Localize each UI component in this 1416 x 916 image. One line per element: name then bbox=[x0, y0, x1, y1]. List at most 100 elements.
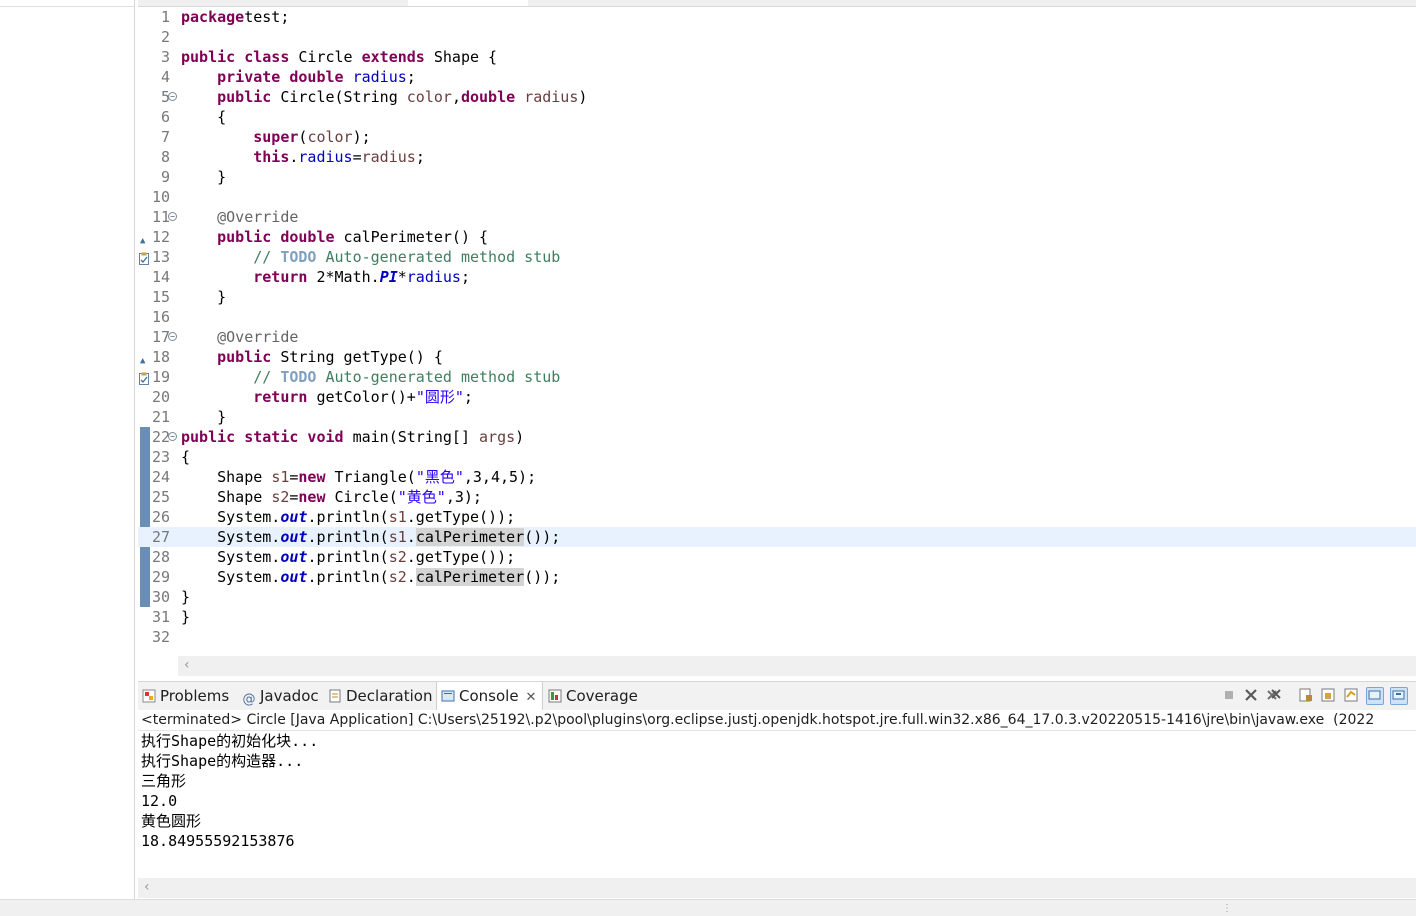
code-token: = bbox=[352, 148, 362, 166]
code-line[interactable]: 15 } bbox=[138, 287, 1416, 307]
line-number: 25 bbox=[151, 488, 170, 506]
code-line[interactable]: 28 System.out.println(s2.getType()); bbox=[138, 547, 1416, 567]
code-line[interactable]: 9 } bbox=[138, 167, 1416, 187]
line-number: 2 bbox=[160, 28, 170, 46]
code-line[interactable]: 22− public static void main(String[] args… bbox=[138, 427, 1416, 447]
tab-declaration[interactable]: Declaration bbox=[328, 682, 432, 710]
code-token: new bbox=[298, 488, 326, 506]
code-line[interactable]: 14 return 2*Math.PI*radius; bbox=[138, 267, 1416, 287]
editor-horizontal-scrollbar[interactable]: ‹ bbox=[178, 656, 1416, 676]
code-line[interactable]: 8 this.radius=radius; bbox=[138, 147, 1416, 167]
scroll-left-icon[interactable]: ‹ bbox=[144, 878, 150, 896]
code-line[interactable]: 13 // TODO Auto-generated method stub bbox=[138, 247, 1416, 267]
code-text: } bbox=[181, 587, 190, 607]
code-token: color bbox=[406, 88, 452, 106]
code-text: } bbox=[181, 287, 226, 307]
console-line: 12.0 bbox=[141, 792, 178, 810]
code-editor[interactable]: 1 packagetest; 2 3 public class Circle exten… bbox=[138, 7, 1416, 655]
fold-toggle-icon[interactable]: − bbox=[168, 332, 177, 341]
code-token: ); bbox=[352, 128, 371, 146]
code-line[interactable]: 4 private double radius; bbox=[138, 67, 1416, 87]
tab-javadoc[interactable]: @ Javadoc bbox=[242, 682, 319, 710]
code-line[interactable]: 26 System.out.println(s1.getType()); bbox=[138, 507, 1416, 527]
code-text: return getColor()+"圆形"; bbox=[181, 387, 473, 407]
code-line[interactable]: 27 System.out.println(s1.calPerimeter())… bbox=[138, 527, 1416, 547]
open-console-icon[interactable] bbox=[1366, 687, 1384, 705]
scroll-lock-icon[interactable] bbox=[1298, 687, 1314, 703]
active-editor-tab[interactable] bbox=[408, 0, 528, 6]
code-token: { bbox=[181, 448, 191, 466]
code-token: args bbox=[479, 428, 516, 446]
code-line[interactable]: 17− @Override bbox=[138, 327, 1416, 347]
code-text: @Override bbox=[181, 327, 298, 347]
console-output[interactable]: 执行Shape的初始化块... 执行Shape的构造器... 三角形 12.0 … bbox=[138, 731, 1416, 877]
terminate-icon[interactable] bbox=[1221, 687, 1237, 703]
code-token: // bbox=[253, 368, 281, 386]
code-line[interactable]: 1 packagetest; bbox=[138, 7, 1416, 27]
tab-coverage[interactable]: Coverage bbox=[548, 682, 638, 710]
console-horizontal-scrollbar[interactable]: ‹ bbox=[138, 878, 1416, 898]
code-line[interactable]: 18 ▲ public String getType() { bbox=[138, 347, 1416, 367]
code-line[interactable]: 31} bbox=[138, 607, 1416, 627]
pin-console-icon[interactable] bbox=[1343, 687, 1359, 703]
display-selected-icon[interactable] bbox=[1390, 687, 1408, 705]
code-line[interactable]: 3 public class Circle extends Shape { bbox=[138, 47, 1416, 67]
tab-console[interactable]: Console ✕ bbox=[436, 682, 544, 710]
code-token: color bbox=[307, 128, 353, 146]
code-line[interactable]: 19 // TODO Auto-generated method stub bbox=[138, 367, 1416, 387]
line-number: 7 bbox=[160, 128, 170, 146]
code-token: TODO bbox=[280, 368, 317, 386]
remove-launch-icon[interactable] bbox=[1243, 687, 1259, 703]
task-marker-icon[interactable] bbox=[139, 250, 149, 265]
fold-toggle-icon[interactable]: − bbox=[168, 432, 177, 441]
line-number: 29 bbox=[151, 568, 170, 586]
task-marker-icon[interactable] bbox=[139, 370, 149, 385]
code-token: ; bbox=[463, 388, 473, 406]
code-token: radius bbox=[406, 268, 461, 286]
scroll-left-icon[interactable]: ‹ bbox=[184, 656, 190, 674]
code-token: out bbox=[280, 528, 308, 546]
javadoc-icon: @ bbox=[242, 692, 256, 707]
line-number: 26 bbox=[151, 508, 170, 526]
code-line[interactable]: 6 { bbox=[138, 107, 1416, 127]
code-line[interactable]: 30} bbox=[138, 587, 1416, 607]
code-line[interactable]: 7 super(color); bbox=[138, 127, 1416, 147]
line-number: 23 bbox=[151, 448, 170, 466]
code-line[interactable]: 29 System.out.println(s2.calPerimeter())… bbox=[138, 567, 1416, 587]
code-token: Shape bbox=[181, 468, 272, 486]
code-token: public bbox=[217, 88, 272, 106]
fold-toggle-icon[interactable]: − bbox=[168, 212, 177, 221]
editor-tab-strip[interactable] bbox=[138, 0, 1416, 7]
code-text: System.out.println(s1.calPerimeter()); bbox=[181, 527, 560, 547]
code-token: package bbox=[181, 8, 245, 26]
console-icon bbox=[441, 690, 455, 702]
code-line[interactable]: 23 { bbox=[138, 447, 1416, 467]
remove-all-icon[interactable] bbox=[1266, 687, 1282, 703]
code-line[interactable]: 11− @Override bbox=[138, 207, 1416, 227]
code-token: s1 bbox=[388, 508, 407, 526]
code-line[interactable]: 32 bbox=[138, 627, 1416, 647]
code-token: * bbox=[397, 268, 407, 286]
code-line[interactable]: 25 Shape s2=new Circle("黄色",3); bbox=[138, 487, 1416, 507]
coverage-icon bbox=[548, 689, 562, 703]
code-line[interactable]: 2 bbox=[138, 27, 1416, 47]
code-line[interactable]: 24 Shape s1=new Triangle("黑色",3,4,5); bbox=[138, 467, 1416, 487]
code-token: System. bbox=[181, 508, 281, 526]
code-line[interactable]: 10 bbox=[138, 187, 1416, 207]
code-line[interactable]: 21 } bbox=[138, 407, 1416, 427]
code-token: Shape { bbox=[424, 48, 498, 66]
word-wrap-icon[interactable] bbox=[1320, 687, 1336, 703]
code-token: Circle(String bbox=[271, 88, 407, 106]
code-line[interactable]: 5− public Circle(String color,double rad… bbox=[138, 87, 1416, 107]
code-line[interactable]: 12 ▲ public double calPerimeter() { bbox=[138, 227, 1416, 247]
close-icon[interactable]: ✕ bbox=[526, 690, 537, 705]
fold-toggle-icon[interactable]: − bbox=[168, 92, 177, 101]
line-number: 4 bbox=[160, 68, 170, 86]
code-line[interactable]: 16 bbox=[138, 307, 1416, 327]
tab-problems[interactable]: Problems bbox=[142, 682, 229, 710]
code-line[interactable]: 20 return getColor()+"圆形"; bbox=[138, 387, 1416, 407]
package-explorer-header bbox=[0, 0, 134, 7]
code-token: s2 bbox=[271, 488, 290, 506]
